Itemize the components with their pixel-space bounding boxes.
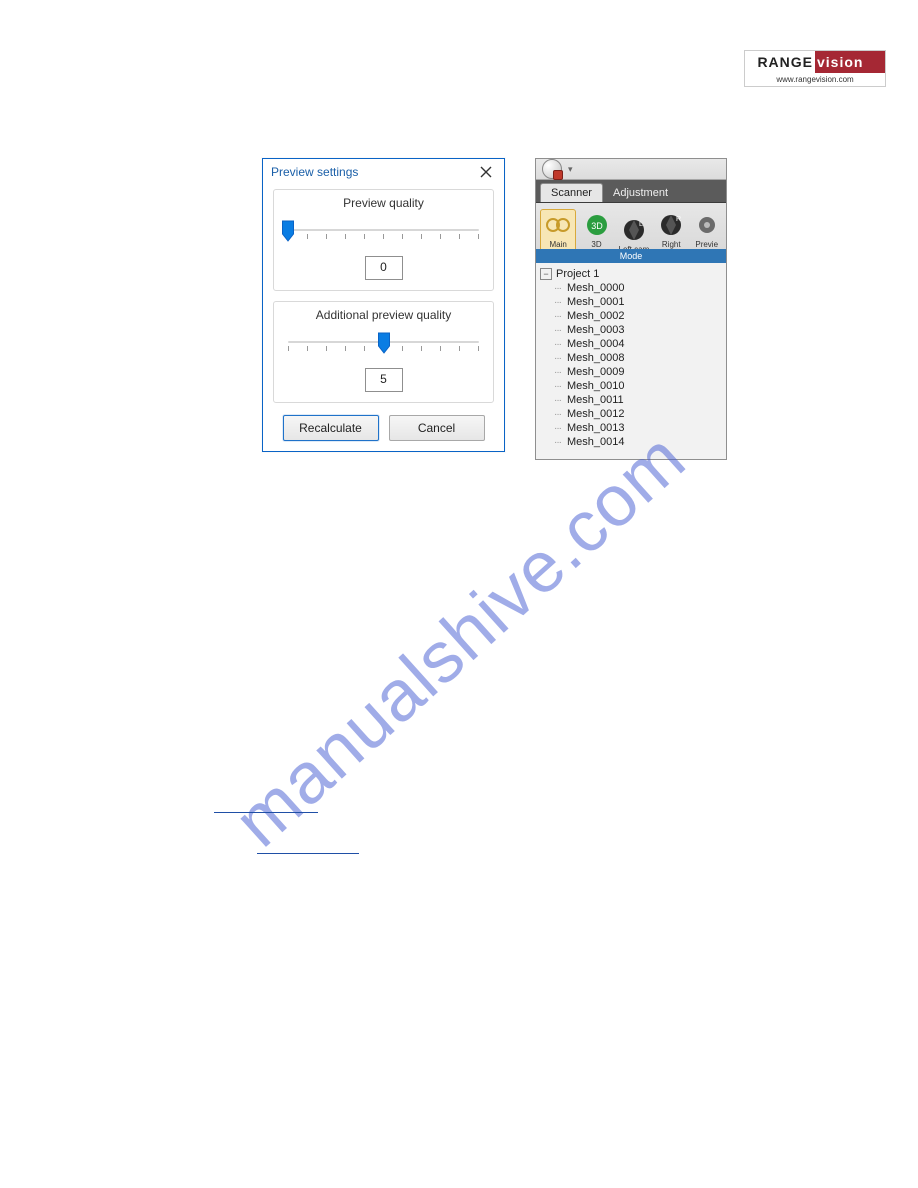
cancel-button[interactable]: Cancel [389, 415, 485, 441]
gear-icon [694, 212, 720, 238]
dropdown-indicator-icon[interactable]: ▾ [568, 164, 573, 175]
watermark-text: manualshive.com [219, 417, 701, 863]
slider-thumb-icon[interactable] [282, 220, 295, 242]
tree-item[interactable]: ··· Mesh_0013 [554, 421, 722, 435]
recalculate-button[interactable]: Recalculate [283, 415, 379, 441]
preview-quality-slider[interactable] [288, 220, 479, 250]
additional-preview-quality-group: Additional preview quality 5 [273, 301, 494, 403]
link-underline[interactable] [257, 852, 359, 854]
project-tree: − Project 1 ··· Mesh_0000 ··· Mesh_0001 ··· M… [536, 263, 726, 460]
tree-item[interactable]: ··· Mesh_0004 [554, 337, 722, 351]
dialog-title: Preview settings [271, 165, 476, 179]
aperture-icon: R [658, 212, 684, 238]
tree-item[interactable]: ··· Mesh_0002 [554, 309, 722, 323]
tree-connector-icon: ··· [554, 325, 561, 336]
tree-root[interactable]: − Project 1 [540, 267, 722, 281]
preview-quality-group: Preview quality 0 [273, 189, 494, 291]
tree-connector-icon: ··· [554, 381, 561, 392]
preview-quality-value[interactable]: 0 [365, 256, 403, 280]
tree-item[interactable]: ··· Mesh_0010 [554, 379, 722, 393]
tree-connector-icon: ··· [554, 297, 561, 308]
logo-text-left: RANGE [745, 51, 815, 73]
mesh-name: Mesh_0003 [567, 324, 625, 336]
collapse-icon[interactable]: − [540, 268, 552, 280]
tree-item[interactable]: ··· Mesh_0003 [554, 323, 722, 337]
mesh-name: Mesh_0014 [567, 436, 625, 448]
tree-connector-icon: ··· [554, 283, 561, 294]
tree-connector-icon: ··· [554, 437, 561, 448]
additional-preview-quality-slider[interactable] [288, 332, 479, 362]
brand-logo: RANGE vision www.rangevision.com [744, 50, 886, 87]
tree-connector-icon: ··· [554, 409, 561, 420]
logo-url: www.rangevision.com [745, 73, 885, 86]
additional-preview-quality-value[interactable]: 5 [365, 368, 403, 392]
toolbar-section-label: Mode [536, 249, 726, 263]
svg-text:R: R [676, 216, 681, 223]
mesh-name: Mesh_0004 [567, 338, 625, 350]
tree-connector-icon: ··· [554, 423, 561, 434]
mesh-name: Mesh_0013 [567, 422, 625, 434]
mesh-name: Mesh_0001 [567, 296, 625, 308]
tree-item[interactable]: ··· Mesh_0009 [554, 365, 722, 379]
mesh-name: Mesh_0008 [567, 352, 625, 364]
svg-text:L: L [639, 221, 643, 228]
tree-item[interactable]: ··· Mesh_0008 [554, 351, 722, 365]
mesh-name: Mesh_0000 [567, 282, 625, 294]
tree-item[interactable]: ··· Mesh_0001 [554, 295, 722, 309]
mesh-name: Mesh_0002 [567, 310, 625, 322]
tree-connector-icon: ··· [554, 353, 561, 364]
tree-item[interactable]: ··· Mesh_0000 [554, 281, 722, 295]
preview-quality-label: Preview quality [284, 196, 483, 210]
app-icon [542, 159, 562, 179]
svg-text:3D: 3D [591, 221, 603, 231]
mesh-name: Mesh_0011 [567, 394, 624, 406]
close-icon[interactable] [476, 162, 496, 182]
project-name: Project 1 [556, 268, 599, 280]
additional-preview-quality-label: Additional preview quality [284, 308, 483, 322]
aperture-icon: L [621, 217, 647, 243]
tab-scanner[interactable]: Scanner [540, 183, 603, 202]
mesh-name: Mesh_0010 [567, 380, 625, 392]
panel-titlebar: ▾ [536, 159, 726, 180]
tree-connector-icon: ··· [554, 395, 561, 406]
tab-adjustment[interactable]: Adjustment [603, 183, 678, 202]
mesh-name: Mesh_0009 [567, 366, 625, 378]
link-underline[interactable] [214, 811, 318, 813]
slider-thumb-icon[interactable] [377, 332, 390, 354]
mode-toolbar: Main view 3D 3D Model L Left cam R Right… [536, 203, 726, 263]
goggles-icon [545, 212, 571, 238]
preview-settings-dialog: Preview settings Preview quality 0 Addit… [262, 158, 505, 452]
globe-icon: 3D [584, 212, 610, 238]
scanner-panel: ▾ Scanner Adjustment Main view 3D 3D Mod… [535, 158, 727, 460]
tree-connector-icon: ··· [554, 311, 561, 322]
tree-connector-icon: ··· [554, 367, 561, 378]
tree-item[interactable]: ··· Mesh_0012 [554, 407, 722, 421]
tree-item[interactable]: ··· Mesh_0014 [554, 435, 722, 449]
mesh-name: Mesh_0012 [567, 408, 625, 420]
tree-item[interactable]: ··· Mesh_0011 [554, 393, 722, 407]
logo-text-right: vision [815, 51, 885, 73]
tree-connector-icon: ··· [554, 339, 561, 350]
